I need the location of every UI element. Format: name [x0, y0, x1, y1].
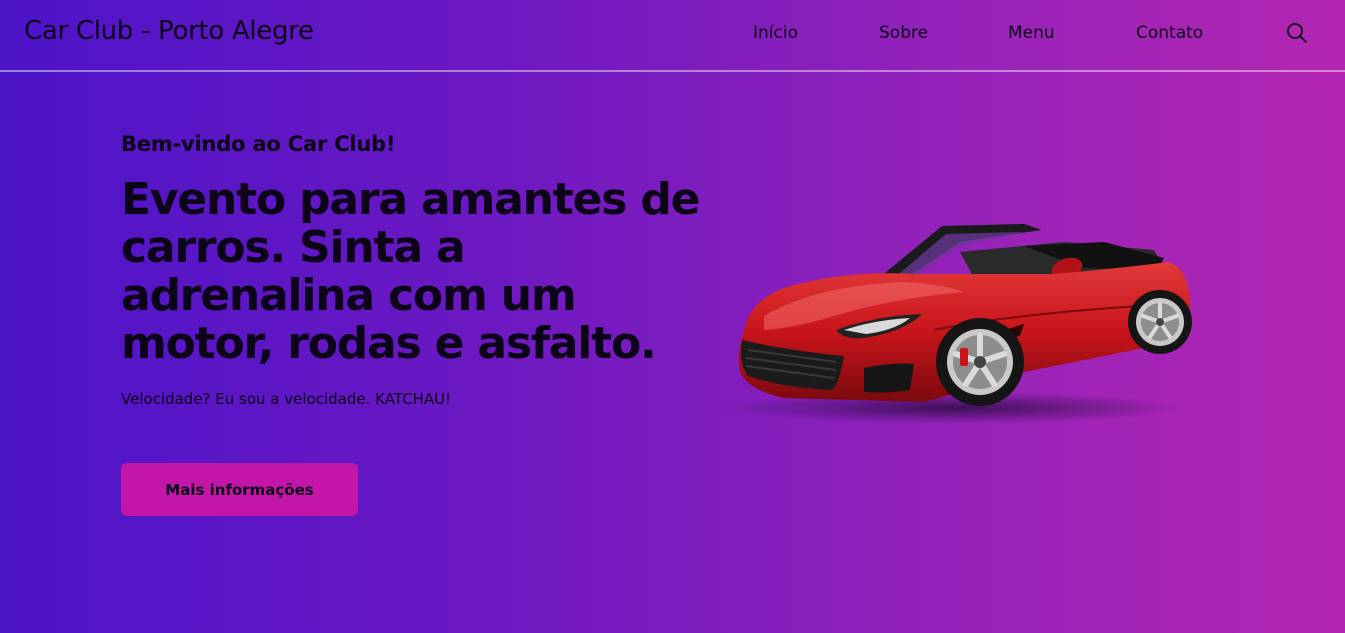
- nav-item-sobre[interactable]: Sobre: [879, 23, 928, 43]
- nav-item-inicio[interactable]: Início: [753, 23, 798, 43]
- more-info-button[interactable]: Mais informações: [121, 463, 358, 516]
- brand-logo[interactable]: Car Club - Porto Alegre: [24, 16, 314, 46]
- search-icon[interactable]: [1286, 22, 1308, 44]
- site-header: Car Club - Porto Alegre Início Sobre Men…: [0, 0, 1345, 72]
- nav-item-contato[interactable]: Contato: [1136, 23, 1203, 43]
- nav-item-menu[interactable]: Menu: [1008, 23, 1055, 43]
- hero-title: Evento para amantes de carros. Sinta a a…: [121, 174, 700, 369]
- car-image: [724, 224, 1192, 424]
- hero-tagline: Velocidade? Eu sou a velocidade. KATCHAU…: [121, 390, 452, 408]
- hero-subtitle: Bem-vindo ao Car Club!: [121, 132, 396, 156]
